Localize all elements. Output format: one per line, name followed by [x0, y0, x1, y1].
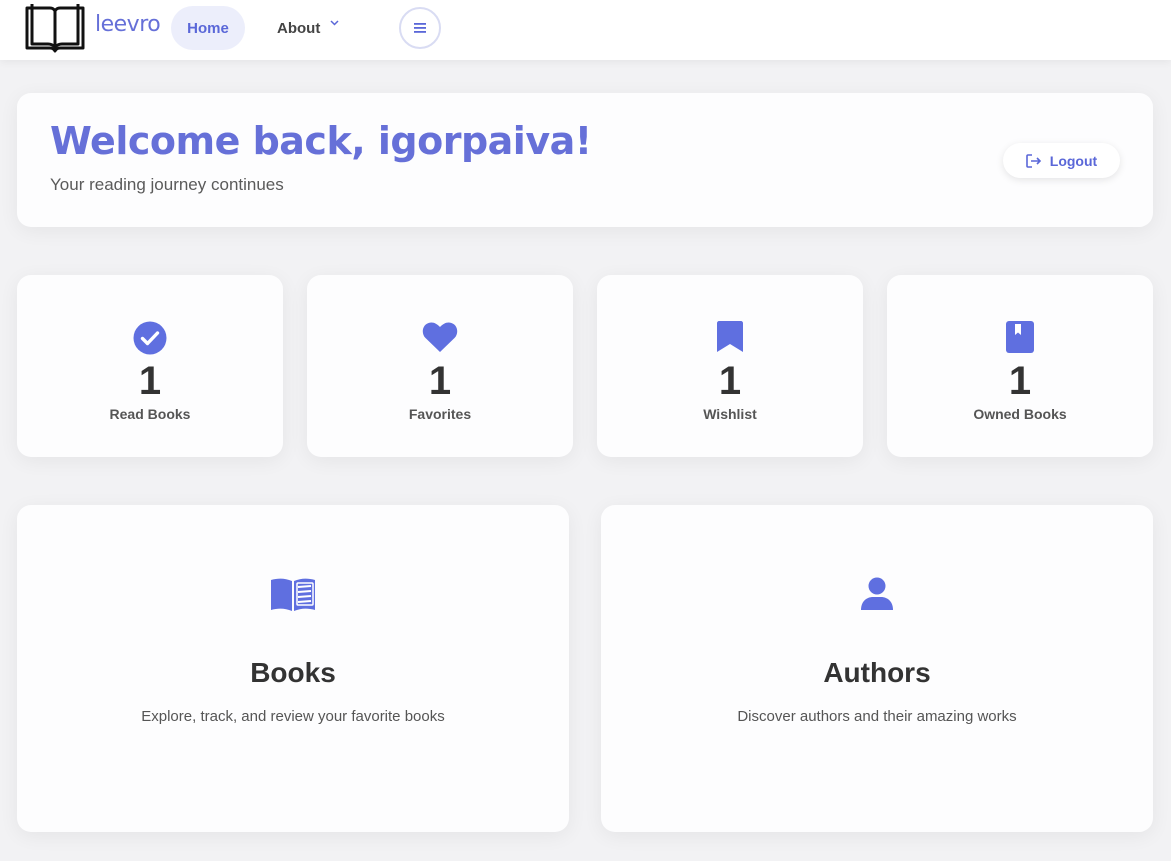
bookmark-icon: [717, 321, 743, 352]
authors-description: Discover authors and their amazing works: [737, 708, 1017, 725]
logout-icon: [1025, 153, 1041, 168]
book-logo-icon: [25, 4, 85, 53]
welcome-card: Welcome back, igorpaiva! Your reading jo…: [17, 93, 1153, 227]
menu-icon: [414, 23, 426, 33]
owned-books-count: 1: [1008, 359, 1032, 403]
stat-card-favorites[interactable]: 1 Favorites: [307, 275, 573, 457]
read-books-count: 1: [138, 359, 162, 403]
check-circle-icon: [133, 321, 167, 355]
books-card[interactable]: Books Explore, track, and review your fa…: [17, 505, 569, 832]
nav-about[interactable]: About: [277, 6, 339, 50]
authors-title: Authors: [823, 657, 931, 688]
favorites-label: Favorites: [408, 406, 472, 422]
open-book-icon: [271, 578, 315, 611]
heart-icon: [422, 322, 458, 352]
menu-button[interactable]: [399, 7, 441, 49]
nav-about-label: About: [277, 19, 321, 37]
books-title: Books: [250, 657, 336, 688]
welcome-subtitle: Your reading journey continues: [50, 175, 284, 194]
top-navbar: leevro Home About: [0, 0, 1171, 60]
owned-books-label: Owned Books: [973, 406, 1067, 422]
stat-card-read-books[interactable]: 1 Read Books: [17, 275, 283, 457]
book-icon: [1006, 321, 1034, 353]
logout-button[interactable]: Logout: [1003, 143, 1120, 178]
logo-text: leevro: [95, 12, 161, 37]
wishlist-label: Wishlist: [703, 406, 757, 422]
books-description: Explore, track, and review your favorite…: [141, 708, 445, 725]
welcome-title: Welcome back, igorpaiva!: [50, 119, 592, 163]
stat-card-wishlist[interactable]: 1 Wishlist: [597, 275, 863, 457]
nav-home[interactable]: Home: [171, 6, 245, 50]
chevron-down-icon: [330, 18, 339, 29]
user-icon: [861, 577, 893, 610]
favorites-count: 1: [428, 359, 452, 403]
wishlist-count: 1: [718, 359, 742, 403]
authors-card[interactable]: Authors Discover authors and their amazi…: [601, 505, 1153, 832]
read-books-label: Read Books: [109, 406, 191, 422]
logo[interactable]: leevro: [24, 2, 164, 54]
stat-card-owned-books[interactable]: 1 Owned Books: [887, 275, 1153, 457]
logout-label: Logout: [1049, 152, 1098, 169]
